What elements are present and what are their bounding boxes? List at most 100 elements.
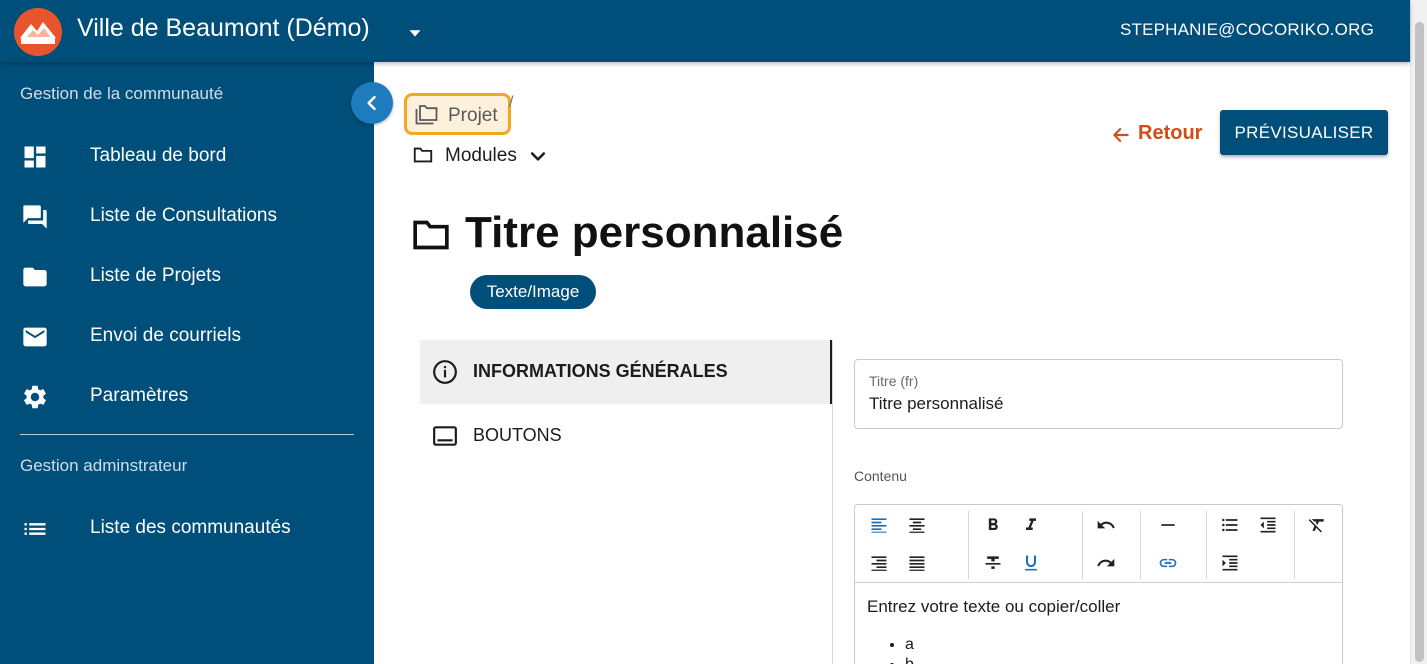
- app-title[interactable]: Ville de Beaumont (Démo): [77, 14, 370, 43]
- sidebar-item-label: Liste de Projets: [90, 265, 221, 286]
- forum-icon: [23, 205, 47, 229]
- info-icon: [433, 360, 457, 384]
- redo-icon: [1097, 558, 1115, 567]
- back-link-label: Retour: [1138, 122, 1203, 144]
- undo-icon: [1097, 520, 1115, 529]
- editor-content[interactable]: Entrez votre texte ou copier/coller a b: [867, 597, 1121, 664]
- mountain-logo-icon: [14, 8, 62, 56]
- toolbar-separator: [1140, 511, 1141, 579]
- chevron-left-icon: [367, 95, 376, 111]
- mail-icon: [23, 327, 47, 347]
- align-left-button[interactable]: [864, 510, 894, 540]
- breadcrumb-modules-label: Modules: [445, 145, 517, 166]
- bold-button[interactable]: [978, 510, 1008, 540]
- link-icon: [1159, 558, 1177, 568]
- collapse-sidebar-button[interactable]: [351, 82, 393, 124]
- rich-text-editor: Entrez votre texte ou copier/coller a b: [854, 504, 1343, 664]
- gear-icon: [24, 385, 46, 409]
- dashboard-icon: [24, 146, 46, 168]
- bold-icon: [988, 518, 998, 530]
- tab-general-info[interactable]: INFORMATIONS GÉNÉRALES: [420, 340, 833, 404]
- tab-buttons[interactable]: BOUTONS: [420, 404, 833, 468]
- sidebar-item-emails[interactable]: Envoi de courriels: [0, 312, 374, 360]
- list-icon: [24, 523, 46, 535]
- section-label-community: Gestion de la communauté: [20, 84, 224, 103]
- arrow-left-icon: [1113, 128, 1129, 142]
- horizontal-rule-icon: [1161, 524, 1175, 526]
- breadcrumb-projet[interactable]: Projet: [404, 93, 511, 135]
- tab-label: BOUTONS: [473, 425, 562, 445]
- undo-button[interactable]: [1091, 510, 1121, 540]
- chevron-down-icon[interactable]: [528, 146, 548, 166]
- user-email[interactable]: STEPHANIE@COCORIKO.ORG: [1120, 20, 1374, 40]
- horizontal-rule-button[interactable]: [1153, 510, 1183, 540]
- align-justify-icon: [909, 556, 925, 571]
- bullet-list-button[interactable]: [1215, 510, 1245, 540]
- clear-format-button[interactable]: [1302, 510, 1332, 540]
- outdent-icon: [1260, 517, 1276, 533]
- indent-icon: [1222, 555, 1238, 571]
- toolbar-separator: [968, 511, 969, 579]
- sidebar-item-label: Paramètres: [90, 385, 189, 406]
- italic-icon: [1026, 518, 1036, 530]
- link-button[interactable]: [1153, 548, 1183, 578]
- align-right-icon: [871, 556, 887, 571]
- align-left-icon: [871, 518, 887, 533]
- sidebar-item-consultations[interactable]: Liste de Consultations: [0, 192, 374, 240]
- sidebar-item-label: Liste des communautés: [90, 517, 291, 538]
- scrollbar-thumb[interactable]: [1415, 22, 1424, 662]
- sidebar-item-dashboard[interactable]: Tableau de bord: [0, 132, 374, 180]
- folder-copy-icon: [415, 105, 438, 125]
- button-icon: [433, 426, 457, 446]
- folder-outline-icon: [413, 220, 449, 250]
- sidebar: Gestion de la communauté Tableau de bord…: [0, 62, 374, 664]
- tab-divider: [832, 340, 833, 664]
- clear-format-icon: [1308, 519, 1324, 533]
- toolbar-separator: [1294, 511, 1295, 579]
- bullet-list-icon: [1222, 518, 1238, 532]
- redo-button[interactable]: [1091, 548, 1121, 578]
- title-field-label: Titre (fr): [869, 373, 919, 389]
- title-field[interactable]: Titre (fr): [854, 359, 1343, 429]
- folder-icon: [23, 267, 47, 287]
- underline-button[interactable]: [1016, 548, 1046, 578]
- sidebar-item-communities[interactable]: Liste des communautés: [0, 504, 374, 552]
- folder-outline-icon: [413, 147, 433, 163]
- sidebar-item-label: Liste de Consultations: [90, 205, 277, 226]
- outdent-button[interactable]: [1253, 510, 1283, 540]
- editor-bullet-list: a b: [905, 635, 914, 664]
- editor-toolbar: [855, 505, 1342, 583]
- community-logo[interactable]: [14, 8, 62, 56]
- sidebar-divider: [20, 434, 354, 435]
- top-bar: Ville de Beaumont (Démo) STEPHANIE@COCOR…: [0, 0, 1410, 62]
- title-input[interactable]: [869, 394, 1329, 414]
- breadcrumb-projet-label: Projet: [448, 105, 498, 126]
- sidebar-item-label: Tableau de bord: [90, 145, 227, 166]
- sidebar-item-label: Envoi de courriels: [90, 325, 242, 346]
- page-title: Titre personnalisé: [465, 208, 844, 257]
- align-center-icon: [909, 518, 925, 533]
- toolbar-separator: [1082, 511, 1083, 579]
- list-item: b: [905, 655, 914, 664]
- list-item: a: [905, 635, 914, 655]
- editor-placeholder-text: Entrez votre texte ou copier/coller: [867, 597, 1121, 616]
- italic-button[interactable]: [1016, 510, 1046, 540]
- align-right-button[interactable]: [864, 548, 894, 578]
- strikethrough-icon: [985, 556, 1001, 569]
- align-center-button[interactable]: [902, 510, 932, 540]
- align-justify-button[interactable]: [902, 548, 932, 578]
- chevron-down-icon[interactable]: [404, 22, 426, 44]
- sidebar-item-settings[interactable]: Paramètres: [0, 372, 374, 420]
- section-label-admin: Gestion adminstrateur: [20, 456, 188, 475]
- strikethrough-button[interactable]: [978, 548, 1008, 578]
- breadcrumb-separator: /: [509, 94, 514, 111]
- preview-button[interactable]: PRÉVISUALISER: [1220, 110, 1388, 155]
- sidebar-item-projects[interactable]: Liste de Projets: [0, 252, 374, 300]
- underline-icon: [1025, 555, 1037, 571]
- tab-label: INFORMATIONS GÉNÉRALES: [473, 361, 728, 381]
- indent-button[interactable]: [1215, 548, 1245, 578]
- toolbar-separator: [1206, 511, 1207, 579]
- module-type-badge: Texte/Image: [470, 275, 596, 309]
- content-label: Contenu: [854, 468, 907, 484]
- page-scrollbar[interactable]: [1410, 0, 1427, 664]
